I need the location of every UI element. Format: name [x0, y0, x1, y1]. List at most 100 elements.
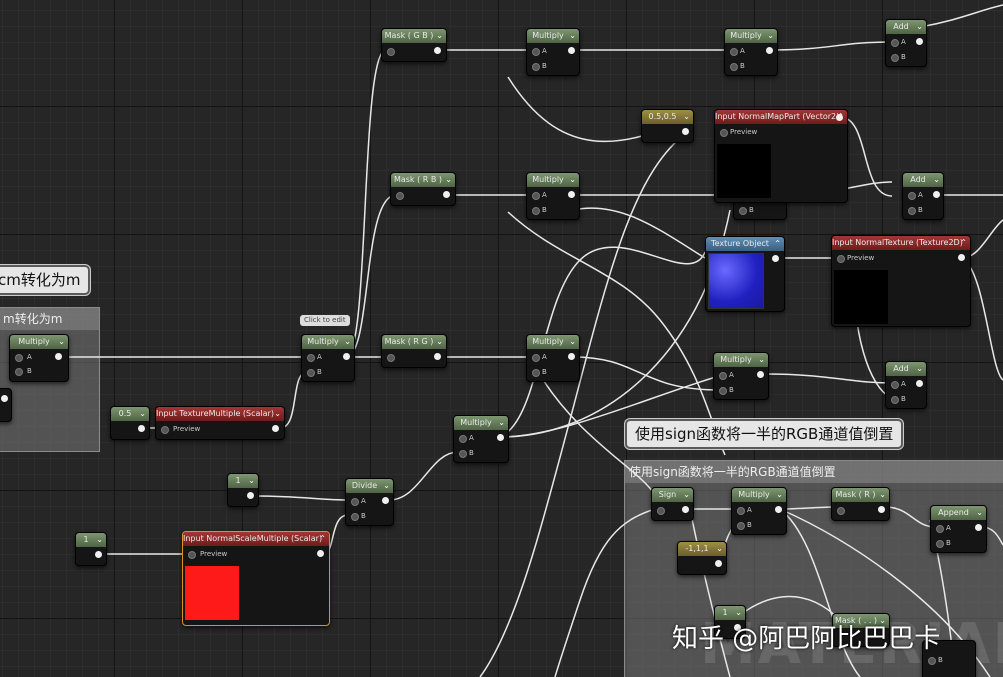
pin-b[interactable]	[730, 63, 738, 71]
multiply-node-top[interactable]: Multiply ⌄ A B	[526, 28, 580, 76]
input-pin[interactable]	[837, 507, 845, 515]
output-pin[interactable]	[434, 47, 441, 54]
output-pin[interactable]	[138, 425, 145, 432]
output-pin[interactable]	[95, 551, 102, 558]
output-pin[interactable]	[916, 38, 923, 45]
pin-a[interactable]	[307, 354, 315, 362]
output-pin[interactable]	[55, 353, 62, 360]
preview-pin[interactable]	[720, 129, 728, 137]
comment-bubble-right[interactable]: 使用sign函数将一半的RGB通道值倒置	[625, 419, 904, 449]
output-pin[interactable]	[568, 353, 575, 360]
pin-b[interactable]	[928, 657, 936, 665]
add-node-mid[interactable]: Add ⌄ A B	[902, 172, 944, 220]
output-pin[interactable]	[382, 497, 389, 504]
pin-a[interactable]	[15, 354, 23, 362]
preview-pin[interactable]	[837, 255, 845, 263]
pin-b[interactable]	[891, 54, 899, 62]
output-pin[interactable]	[715, 560, 722, 567]
output-pin[interactable]	[933, 191, 940, 198]
pin-a[interactable]	[351, 498, 359, 506]
output-pin[interactable]	[916, 380, 923, 387]
mask-rg-node[interactable]: Mask ( R G ) ⌄	[381, 334, 447, 368]
pin-a[interactable]	[737, 507, 745, 515]
output-pin[interactable]	[497, 434, 504, 441]
pin-b[interactable]	[351, 513, 359, 521]
add-node-top[interactable]: Add ⌄ A B	[885, 19, 927, 67]
input-pin[interactable]	[396, 192, 404, 200]
multiply-node-center[interactable]: Multiply ⌄ A B	[453, 415, 509, 463]
multiply-node-top-right[interactable]: Multiply ⌄ A B	[724, 28, 778, 76]
sign-node[interactable]: Sign ⌄	[651, 487, 694, 521]
multiply-node-low-right[interactable]: Multiply ⌄ A B	[713, 352, 769, 400]
input-texture-multiple-node[interactable]: Input TextureMultiple (Scalar) ⌄ Preview	[155, 406, 285, 440]
output-pin[interactable]	[317, 550, 324, 557]
preview-pin[interactable]	[161, 426, 169, 434]
pin-b[interactable]	[737, 522, 745, 530]
input-normal-texture-node[interactable]: Input NormalTexture (Texture2D) ⌃ Preview	[831, 235, 971, 327]
pin-a[interactable]	[532, 192, 540, 200]
input-pin[interactable]	[387, 48, 395, 56]
pin-a[interactable]	[891, 381, 899, 389]
mask-gb-node[interactable]: Mask ( G B ) ⌄	[381, 28, 447, 62]
pin-b[interactable]	[936, 540, 944, 548]
pin-a[interactable]	[908, 192, 916, 200]
multiply-node-mid[interactable]: Multiply ⌄ A B	[526, 172, 580, 220]
output-pin[interactable]	[434, 353, 441, 360]
input-pin[interactable]	[657, 507, 665, 515]
partial-node-left[interactable]	[0, 388, 12, 422]
comment-bubble-left[interactable]: cm转化为m	[0, 265, 91, 295]
output-pin[interactable]	[682, 506, 689, 513]
output-pin[interactable]	[272, 425, 279, 432]
output-pin[interactable]	[766, 47, 773, 54]
pin-a[interactable]	[459, 435, 467, 443]
output-pin[interactable]	[247, 492, 254, 499]
pin-a[interactable]	[532, 354, 540, 362]
output-pin[interactable]	[836, 114, 843, 121]
pin-a[interactable]	[532, 48, 540, 56]
click-to-edit-label[interactable]: Click to edit	[300, 315, 350, 326]
output-pin[interactable]	[343, 353, 350, 360]
pin-b[interactable]	[15, 368, 23, 376]
input-normal-map-part-node[interactable]: Input NormalMapPart (Vector2)⌃ Preview	[714, 109, 848, 203]
output-pin[interactable]	[775, 506, 782, 513]
pin-b[interactable]	[307, 369, 315, 377]
input-normal-scale-multiple-node[interactable]: Input NormalScaleMultiple (Scalar) ⌃ Prev…	[182, 531, 330, 626]
pin-b[interactable]	[459, 450, 467, 458]
output-pin[interactable]	[682, 128, 689, 135]
input-pin[interactable]	[387, 354, 395, 362]
output-pin[interactable]	[878, 506, 885, 513]
multiply-node-clickedit[interactable]: Multiply ⌄ A B	[301, 334, 355, 382]
output-pin[interactable]	[958, 254, 965, 261]
output-pin[interactable]	[757, 371, 764, 378]
add-node-low[interactable]: Add ⌄ A B	[885, 361, 927, 409]
multiply-node-sign[interactable]: Multiply ⌄ A B	[731, 487, 787, 535]
pin-b[interactable]	[891, 396, 899, 404]
pin-b[interactable]	[719, 387, 727, 395]
constant-neg111-node[interactable]: -1,1,1 ⌄	[677, 541, 727, 575]
pin-b[interactable]	[532, 207, 540, 215]
output-pin[interactable]	[1, 395, 8, 402]
multiply-node-left[interactable]: Multiply ⌄ A B	[9, 334, 69, 382]
output-pin[interactable]	[772, 255, 779, 262]
constant-1-node[interactable]: 1 ⌄	[227, 473, 259, 507]
pin-b[interactable]	[739, 207, 747, 215]
mask-rb-node[interactable]: Mask ( R B ) ⌄	[390, 172, 456, 206]
append-node[interactable]: Append ⌄ A B	[930, 505, 987, 553]
pin-a[interactable]	[719, 372, 727, 380]
output-pin[interactable]	[568, 191, 575, 198]
pin-b[interactable]	[532, 63, 540, 71]
mask-r-node[interactable]: Mask ( R ) ⌄	[831, 487, 890, 521]
pin-b[interactable]	[532, 369, 540, 377]
output-pin[interactable]	[568, 47, 575, 54]
output-pin[interactable]	[443, 191, 450, 198]
constant-05-node[interactable]: 0.5 ⌄	[110, 406, 150, 440]
preview-pin[interactable]	[188, 551, 196, 559]
material-graph-canvas[interactable]: m转化为m 使用sign函数将一半的RGB通道值倒置 MATERIAL	[0, 0, 1003, 677]
divide-node[interactable]: Divide ⌄ A B	[345, 478, 394, 526]
pin-a[interactable]	[730, 48, 738, 56]
pin-a[interactable]	[936, 525, 944, 533]
multiply-node-low[interactable]: Multiply ⌄ A B	[526, 334, 580, 382]
constant-1-node[interactable]: 1 ⌄	[75, 532, 107, 566]
output-pin[interactable]	[975, 524, 982, 531]
pin-a[interactable]	[891, 39, 899, 47]
